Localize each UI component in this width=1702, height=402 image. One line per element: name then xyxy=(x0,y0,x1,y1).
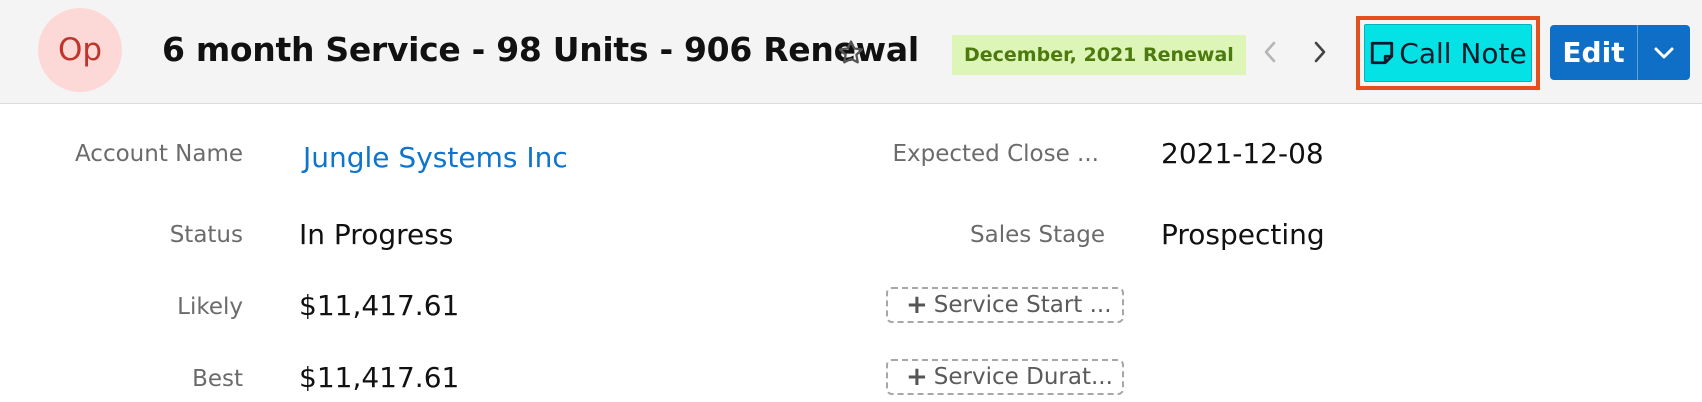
record-header: Op 6 month Service - 98 Units - 906 Rene… xyxy=(0,0,1702,104)
renewal-badge: December, 2021 Renewal xyxy=(952,35,1246,75)
note-icon xyxy=(1371,41,1394,65)
expected-close-value[interactable]: 2021-12-08 xyxy=(1161,137,1324,170)
avatar-initials: Op xyxy=(57,32,103,68)
edit-dropdown-toggle[interactable] xyxy=(1638,25,1690,80)
expected-close-label: Expected Close ... xyxy=(892,141,1099,167)
call-note-button[interactable]: Call Note xyxy=(1364,24,1532,82)
service-start-label: Service Start ... xyxy=(933,292,1112,318)
record-title: 6 month Service - 98 Units - 906 Renewal xyxy=(162,30,919,69)
status-value[interactable]: In Progress xyxy=(299,218,453,251)
add-service-duration-field[interactable]: + Service Durat... xyxy=(886,359,1124,395)
plus-icon: + xyxy=(906,290,928,320)
chevron-left-icon[interactable] xyxy=(1258,36,1282,68)
chevron-right-icon[interactable] xyxy=(1308,36,1332,68)
likely-value[interactable]: $11,417.61 xyxy=(299,289,459,322)
sales-stage-label: Sales Stage xyxy=(970,222,1105,248)
best-label: Best xyxy=(192,366,243,392)
chevron-down-icon xyxy=(1654,47,1674,58)
record-avatar: Op xyxy=(38,8,122,92)
best-value[interactable]: $11,417.61 xyxy=(299,361,459,394)
account-name-label: Account Name xyxy=(74,141,243,167)
plus-icon: + xyxy=(906,362,928,392)
sales-stage-value[interactable]: Prospecting xyxy=(1161,218,1325,251)
edit-button-group: Edit xyxy=(1550,25,1690,80)
star-icon[interactable] xyxy=(836,38,866,68)
status-label: Status xyxy=(169,222,243,248)
account-name-link[interactable]: Jungle Systems Inc xyxy=(303,141,568,174)
add-service-start-field[interactable]: + Service Start ... xyxy=(886,287,1124,323)
edit-button[interactable]: Edit xyxy=(1550,25,1638,80)
service-duration-label: Service Durat... xyxy=(933,364,1113,390)
likely-label: Likely xyxy=(177,294,243,320)
call-note-label: Call Note xyxy=(1399,36,1527,70)
